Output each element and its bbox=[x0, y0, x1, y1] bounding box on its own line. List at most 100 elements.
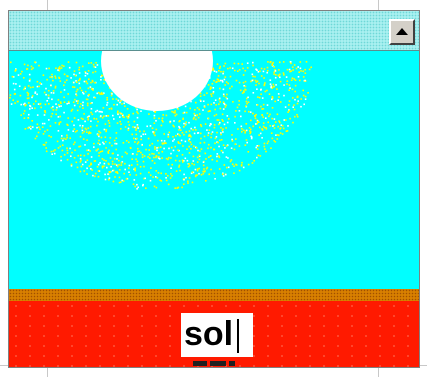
glow-dot bbox=[86, 102, 89, 105]
glow-dot bbox=[163, 133, 165, 135]
scene-window: sol bbox=[8, 10, 420, 368]
glow-dot bbox=[223, 103, 226, 106]
glow-dot bbox=[173, 111, 176, 114]
glow-dot bbox=[208, 173, 210, 176]
glow-dot bbox=[181, 186, 183, 189]
glow-dot bbox=[263, 142, 266, 145]
glow-dot bbox=[91, 79, 94, 82]
glow-dot bbox=[288, 104, 290, 106]
glow-dot bbox=[170, 157, 172, 159]
glow-dot bbox=[83, 170, 86, 172]
glow-dot bbox=[292, 97, 294, 99]
glow-dot bbox=[195, 101, 197, 104]
glow-dot bbox=[270, 147, 272, 149]
glow-dot bbox=[254, 79, 257, 82]
glow-dot bbox=[67, 61, 70, 63]
glow-dot bbox=[219, 139, 221, 142]
glow-dot bbox=[249, 111, 252, 113]
glow-dot bbox=[275, 74, 277, 76]
glow-dot bbox=[184, 124, 187, 126]
glow-dot bbox=[291, 88, 294, 91]
glow-dot bbox=[54, 149, 56, 151]
glow-dot bbox=[231, 163, 234, 166]
glow-dot bbox=[167, 183, 170, 186]
glow-dot bbox=[79, 135, 82, 138]
glow-dot bbox=[257, 71, 260, 73]
glow-dot bbox=[170, 167, 172, 169]
glow-dot bbox=[134, 168, 136, 171]
glow-dot bbox=[67, 129, 70, 131]
glow-dot bbox=[269, 79, 272, 81]
glow-dot bbox=[27, 64, 29, 67]
glow-dot bbox=[256, 88, 258, 90]
glow-dot bbox=[216, 153, 219, 155]
glow-dot bbox=[73, 73, 75, 76]
glow-dot bbox=[149, 125, 152, 127]
glow-dot bbox=[200, 125, 203, 128]
glow-dot bbox=[240, 115, 242, 118]
glow-dot bbox=[86, 159, 89, 161]
glow-dot bbox=[192, 155, 195, 158]
glow-dot bbox=[188, 152, 191, 154]
glow-dot bbox=[216, 160, 218, 162]
glow-dot bbox=[66, 147, 68, 149]
glow-dot bbox=[237, 128, 239, 130]
glow-dot bbox=[57, 69, 59, 71]
glow-dot bbox=[177, 149, 179, 151]
glow-dot bbox=[279, 76, 281, 79]
glow-dot bbox=[104, 136, 107, 138]
glow-dot bbox=[114, 176, 116, 178]
glow-dot bbox=[278, 96, 280, 98]
glow-dot bbox=[59, 80, 62, 82]
glow-dot bbox=[89, 102, 92, 105]
glow-dot bbox=[50, 136, 52, 138]
glow-dot bbox=[273, 118, 276, 120]
glow-dot bbox=[133, 120, 136, 123]
glow-dot bbox=[297, 100, 299, 102]
glow-dot bbox=[113, 118, 115, 120]
glow-dot bbox=[51, 76, 54, 79]
glow-dot bbox=[136, 163, 139, 166]
glow-dot bbox=[157, 172, 160, 174]
glow-dot bbox=[222, 175, 225, 177]
glow-dot bbox=[63, 89, 66, 91]
glow-dot bbox=[40, 106, 42, 109]
glow-dot bbox=[197, 149, 199, 152]
glow-dot bbox=[283, 74, 285, 76]
glow-dot bbox=[241, 161, 243, 164]
glow-dot bbox=[244, 132, 246, 134]
glow-dot bbox=[58, 122, 61, 124]
glow-dot bbox=[172, 140, 174, 142]
glow-dot bbox=[82, 118, 84, 120]
glow-dot bbox=[218, 70, 220, 72]
glow-dot bbox=[183, 183, 185, 185]
glow-dot bbox=[196, 156, 199, 159]
glow-dot bbox=[70, 110, 73, 112]
glow-dot bbox=[269, 125, 272, 127]
glow-dot bbox=[54, 77, 57, 79]
glow-dot bbox=[84, 144, 86, 146]
glow-dot bbox=[59, 68, 61, 70]
glow-dot bbox=[112, 114, 114, 117]
glow-dot bbox=[244, 85, 247, 88]
glow-dot bbox=[133, 179, 136, 181]
glow-dot bbox=[246, 62, 249, 64]
glow-dot bbox=[190, 143, 193, 146]
glow-dot bbox=[74, 149, 76, 151]
glow-dot bbox=[204, 170, 206, 172]
glow-dot bbox=[187, 182, 189, 184]
scroll-up-button[interactable] bbox=[389, 19, 415, 45]
glow-dot bbox=[289, 117, 291, 120]
glow-dot bbox=[99, 162, 101, 164]
glow-dot bbox=[260, 75, 263, 77]
glow-dot bbox=[99, 131, 102, 134]
glow-dot bbox=[104, 178, 107, 181]
glow-dot bbox=[106, 104, 108, 106]
glow-dot bbox=[202, 172, 205, 175]
glow-dot bbox=[56, 140, 59, 143]
text-input[interactable]: sol bbox=[181, 313, 253, 357]
glow-dot bbox=[255, 146, 257, 149]
glow-dot bbox=[281, 133, 284, 135]
glow-dot bbox=[62, 139, 64, 142]
glow-dot bbox=[156, 149, 158, 152]
